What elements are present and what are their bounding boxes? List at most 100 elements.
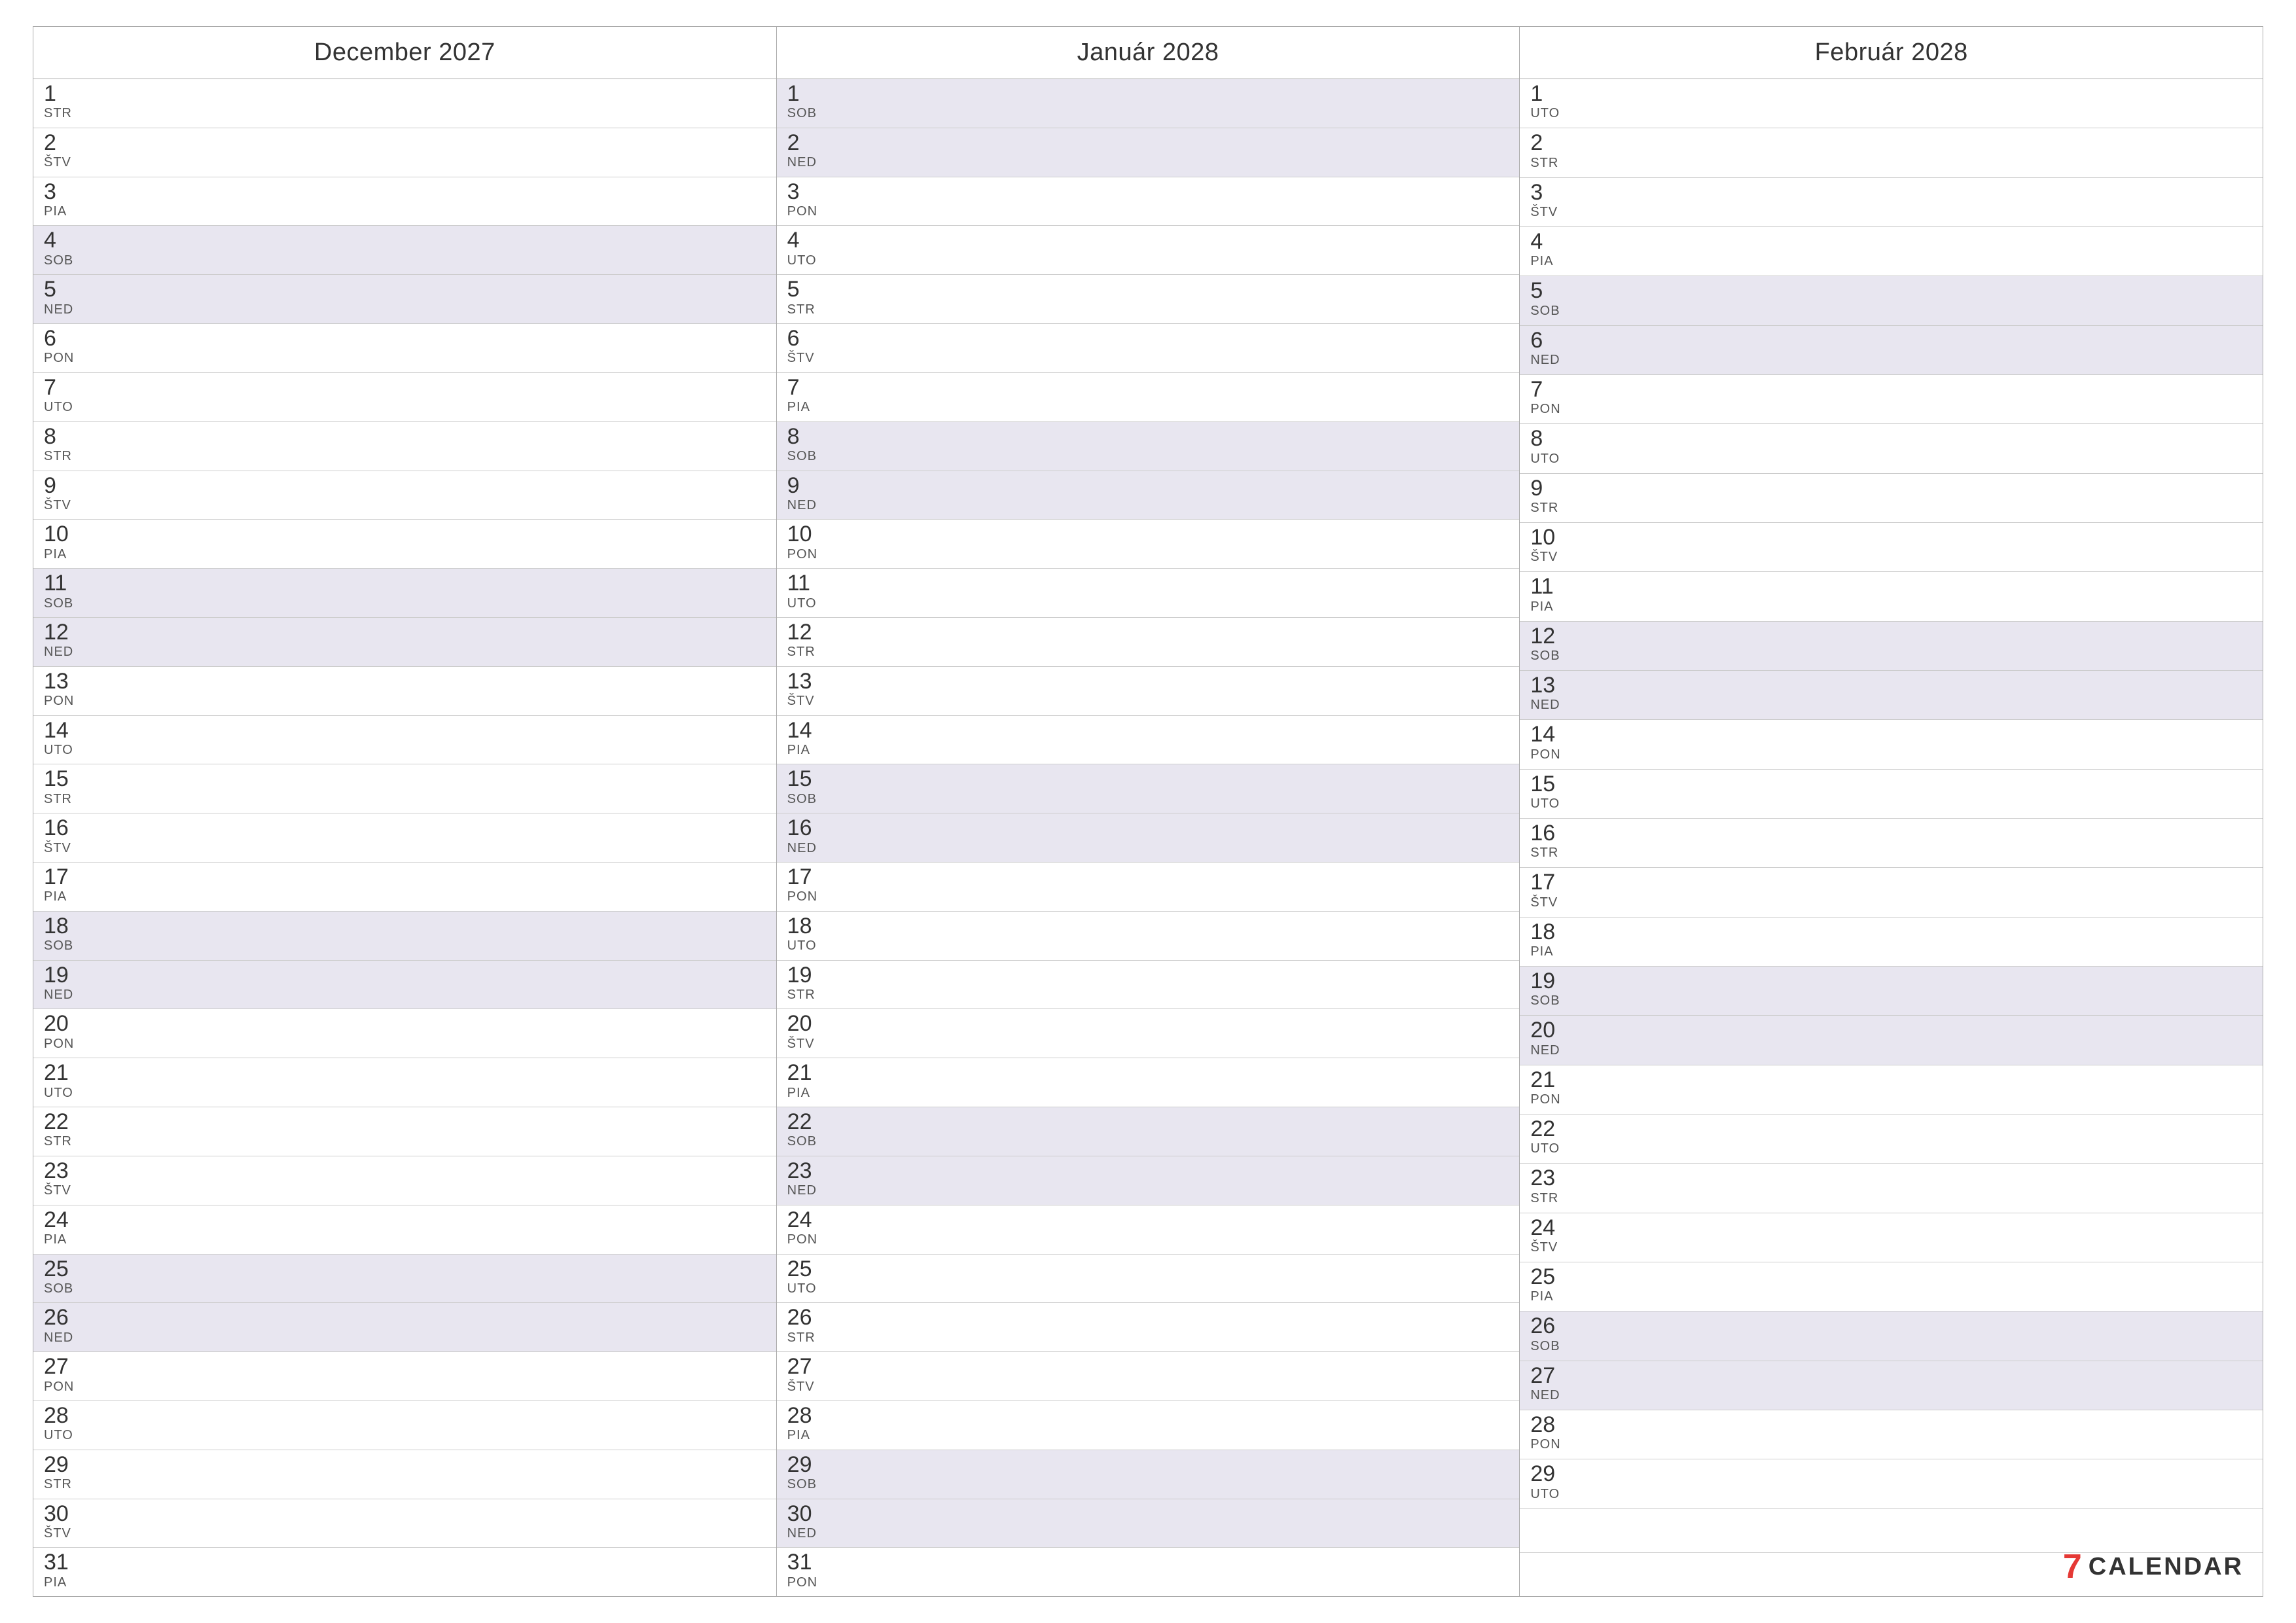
day-row: 11PIA <box>1520 572 2263 621</box>
day-name: NED <box>44 988 766 1003</box>
day-num: 1 <box>1530 82 2252 106</box>
day-num: 13 <box>44 669 766 694</box>
day-name: PON <box>1530 747 2252 762</box>
day-name: NED <box>44 1330 766 1346</box>
day-num: 3 <box>1530 181 2252 205</box>
day-num: 14 <box>1530 722 2252 747</box>
month-header-0: December 2027 <box>33 27 776 79</box>
day-name: ŠTV <box>44 1183 766 1198</box>
day-name: ŠTV <box>787 351 1509 366</box>
day-row: 5NED <box>33 275 776 324</box>
day-name: NED <box>787 1526 1509 1541</box>
day-name: ŠTV <box>44 841 766 856</box>
day-name: PON <box>1530 402 2252 417</box>
day-name: STR <box>787 1330 1509 1346</box>
day-row: 5SOB <box>1520 276 2263 325</box>
day-name: PON <box>787 204 1509 219</box>
day-name: PIA <box>1530 599 2252 615</box>
day-num: 8 <box>787 425 1509 449</box>
day-row: 22SOB <box>777 1107 1520 1156</box>
day-num: 21 <box>44 1061 766 1085</box>
day-row: 3PON <box>777 177 1520 226</box>
day-row: 7PIA <box>777 373 1520 422</box>
day-num: 20 <box>1530 1018 2252 1043</box>
day-name: UTO <box>787 596 1509 611</box>
day-row: 26SOB <box>1520 1311 2263 1361</box>
day-row: 10PON <box>777 520 1520 569</box>
day-name: UTO <box>787 253 1509 268</box>
day-name: PON <box>44 351 766 366</box>
day-num: 22 <box>787 1110 1509 1134</box>
day-num: 22 <box>44 1110 766 1134</box>
day-row: 13PON <box>33 667 776 716</box>
day-num: 11 <box>1530 575 2252 599</box>
logo-area: 7 CALENDAR <box>2063 1550 2244 1584</box>
day-num: 11 <box>787 571 1509 596</box>
day-num: 17 <box>787 865 1509 889</box>
day-num: 11 <box>44 571 766 596</box>
day-num: 12 <box>44 620 766 645</box>
day-name: STR <box>1530 1191 2252 1206</box>
day-num: 14 <box>787 719 1509 743</box>
day-name: NED <box>44 302 766 317</box>
day-num: 16 <box>1530 821 2252 846</box>
day-name: PIA <box>44 204 766 219</box>
day-name: ŠTV <box>44 155 766 170</box>
day-num: 27 <box>1530 1364 2252 1388</box>
day-row: 15UTO <box>1520 770 2263 819</box>
day-row: 2NED <box>777 128 1520 177</box>
day-row: 29SOB <box>777 1450 1520 1499</box>
day-name: STR <box>1530 501 2252 516</box>
day-name: PIA <box>787 400 1509 415</box>
day-row: 17PON <box>777 863 1520 912</box>
day-row: 26NED <box>33 1303 776 1352</box>
day-num: 28 <box>1530 1413 2252 1437</box>
day-name: PIA <box>44 889 766 904</box>
day-name: ŠTV <box>787 1380 1509 1395</box>
day-name: PIA <box>787 1428 1509 1443</box>
month-col-1: Január 20281SOB2NED3PON4UTO5STR6ŠTV7PIA8… <box>777 27 1520 1596</box>
month-header-2: Február 2028 <box>1520 27 2263 79</box>
day-row: 14PIA <box>777 716 1520 765</box>
day-row: 18SOB <box>33 912 776 961</box>
day-row: 13ŠTV <box>777 667 1520 716</box>
day-name: UTO <box>1530 452 2252 467</box>
day-row: 20NED <box>1520 1016 2263 1065</box>
day-name: STR <box>44 449 766 464</box>
day-row: 29STR <box>33 1450 776 1499</box>
day-name: UTO <box>1530 106 2252 121</box>
day-name: PIA <box>1530 944 2252 959</box>
day-num: 4 <box>787 228 1509 253</box>
day-num: 4 <box>44 228 766 253</box>
day-num: 6 <box>1530 329 2252 353</box>
day-row: 16STR <box>1520 819 2263 868</box>
day-num: 29 <box>787 1453 1509 1477</box>
day-name: PON <box>787 1575 1509 1590</box>
day-num: 23 <box>787 1159 1509 1183</box>
days-list-1: 1SOB2NED3PON4UTO5STR6ŠTV7PIA8SOB9NED10PO… <box>777 79 1520 1596</box>
day-row: 20ŠTV <box>777 1009 1520 1058</box>
day-row: 4PIA <box>1520 227 2263 276</box>
day-num: 13 <box>787 669 1509 694</box>
day-row: 20PON <box>33 1009 776 1058</box>
day-num: 19 <box>44 963 766 988</box>
day-num: 10 <box>1530 526 2252 550</box>
day-name: UTO <box>1530 796 2252 812</box>
day-row: 6NED <box>1520 326 2263 375</box>
day-row: 1STR <box>33 79 776 128</box>
day-num: 12 <box>787 620 1509 645</box>
day-name: STR <box>44 792 766 807</box>
day-name: NED <box>44 645 766 660</box>
day-row: 11UTO <box>777 569 1520 618</box>
day-name: PON <box>787 1232 1509 1247</box>
day-num: 28 <box>787 1404 1509 1428</box>
day-row: 16NED <box>777 813 1520 863</box>
day-num: 25 <box>787 1257 1509 1281</box>
months-container: December 20271STR2ŠTV3PIA4SOB5NED6PON7UT… <box>33 26 2263 1597</box>
day-name: SOB <box>787 449 1509 464</box>
day-name: ŠTV <box>1530 205 2252 220</box>
day-row: 12SOB <box>1520 622 2263 671</box>
day-num: 15 <box>787 767 1509 791</box>
day-name: ŠTV <box>1530 550 2252 565</box>
day-row: 28UTO <box>33 1401 776 1450</box>
